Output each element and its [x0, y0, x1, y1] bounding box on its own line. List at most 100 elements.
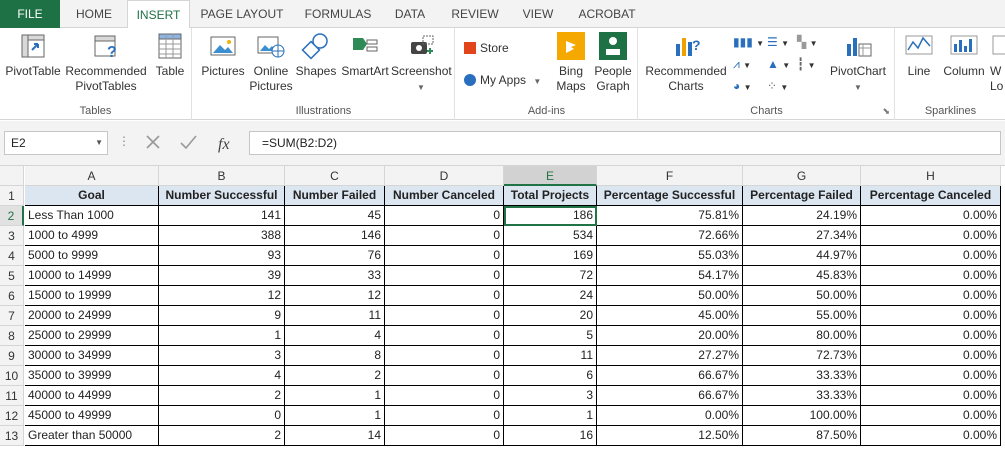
name-box[interactable]: E2 ▼: [4, 131, 108, 155]
cell-a13[interactable]: Greater than 50000: [25, 426, 159, 446]
cell-g11[interactable]: 33.33%: [743, 386, 861, 406]
cell-c4[interactable]: 76: [285, 246, 385, 266]
cell-d13[interactable]: 0: [385, 426, 504, 446]
column-header-a[interactable]: A: [25, 166, 159, 186]
cell-d9[interactable]: 0: [385, 346, 504, 366]
cell-c9[interactable]: 8: [285, 346, 385, 366]
column-header-c[interactable]: C: [285, 166, 385, 186]
cell-g8[interactable]: 80.00%: [743, 326, 861, 346]
formula-input[interactable]: =SUM(B2:D2): [249, 131, 1001, 155]
cell-a8[interactable]: 25000 to 29999: [25, 326, 159, 346]
tab-view[interactable]: VIEW: [514, 0, 562, 28]
cell-f3[interactable]: 72.66%: [597, 226, 743, 246]
my-apps-dropdown-icon[interactable]: ▼: [533, 77, 541, 86]
pivotchart-button[interactable]: PivotChart ▼: [825, 30, 891, 95]
cell-g6[interactable]: 50.00%: [743, 286, 861, 306]
cell-a6[interactable]: 15000 to 19999: [25, 286, 159, 306]
cell-g3[interactable]: 27.34%: [743, 226, 861, 246]
cell-f12[interactable]: 0.00%: [597, 406, 743, 426]
cell-g10[interactable]: 33.33%: [743, 366, 861, 386]
row-header-5[interactable]: 5: [0, 266, 24, 286]
cell-d4[interactable]: 0: [385, 246, 504, 266]
smartart-button[interactable]: SmartArt: [339, 30, 391, 79]
screenshot-dropdown-icon[interactable]: ▼: [417, 83, 425, 92]
header-cell-f[interactable]: Percentage Successful: [597, 186, 743, 206]
cell-c10[interactable]: 2: [285, 366, 385, 386]
sparkline-line-button[interactable]: Line: [900, 30, 938, 79]
cell-d12[interactable]: 0: [385, 406, 504, 426]
column-header-f[interactable]: F: [597, 166, 743, 186]
cell-d3[interactable]: 0: [385, 226, 504, 246]
cell-a9[interactable]: 30000 to 34999: [25, 346, 159, 366]
column-header-h[interactable]: H: [861, 166, 1001, 186]
cell-g5[interactable]: 45.83%: [743, 266, 861, 286]
cell-a4[interactable]: 5000 to 9999: [25, 246, 159, 266]
cell-a5[interactable]: 10000 to 14999: [25, 266, 159, 286]
column-chart-dropdown[interactable]: ▮▮▮ ▼: [733, 34, 764, 52]
cell-e9[interactable]: 11: [504, 346, 597, 366]
cell-e4[interactable]: 169: [504, 246, 597, 266]
cell-g9[interactable]: 72.73%: [743, 346, 861, 366]
cell-e6[interactable]: 24: [504, 286, 597, 306]
hierarchy-chart-dropdown[interactable]: ▚ ▼: [797, 34, 818, 52]
row-header-10[interactable]: 10: [0, 366, 24, 386]
cell-a2[interactable]: Less Than 1000: [25, 206, 159, 226]
cell-c6[interactable]: 12: [285, 286, 385, 306]
cell-b4[interactable]: 93: [159, 246, 285, 266]
cell-h13[interactable]: 0.00%: [861, 426, 1001, 446]
cell-c11[interactable]: 1: [285, 386, 385, 406]
header-cell-a[interactable]: Goal: [25, 186, 159, 206]
cell-f4[interactable]: 55.03%: [597, 246, 743, 266]
cell-e11[interactable]: 3: [504, 386, 597, 406]
tab-file[interactable]: FILE: [0, 0, 60, 28]
cell-b9[interactable]: 3: [159, 346, 285, 366]
cell-d10[interactable]: 0: [385, 366, 504, 386]
column-header-e[interactable]: E: [504, 166, 597, 186]
cell-e5[interactable]: 72: [504, 266, 597, 286]
row-header-2[interactable]: 2: [0, 206, 24, 226]
cell-f2[interactable]: 75.81%: [597, 206, 743, 226]
row-header-11[interactable]: 11: [0, 386, 24, 406]
column-header-b[interactable]: B: [159, 166, 285, 186]
row-header-6[interactable]: 6: [0, 286, 24, 306]
cell-a11[interactable]: 40000 to 44999: [25, 386, 159, 406]
cell-g12[interactable]: 100.00%: [743, 406, 861, 426]
row-header-1[interactable]: 1: [0, 186, 24, 206]
cell-b3[interactable]: 388: [159, 226, 285, 246]
bing-maps-button[interactable]: Bing Maps: [552, 30, 590, 94]
store-button[interactable]: Store: [464, 40, 509, 56]
cell-f10[interactable]: 66.67%: [597, 366, 743, 386]
table-button[interactable]: Table: [152, 30, 188, 79]
recommended-charts-button[interactable]: ? Recommended Charts: [643, 30, 729, 94]
cell-c5[interactable]: 33: [285, 266, 385, 286]
header-cell-b[interactable]: Number Successful: [159, 186, 285, 206]
sparkline-column-button[interactable]: Column: [940, 30, 988, 79]
sparkline-winloss-button[interactable]: W Lo: [990, 30, 1005, 94]
cell-f13[interactable]: 12.50%: [597, 426, 743, 446]
cell-d8[interactable]: 0: [385, 326, 504, 346]
cell-d2[interactable]: 0: [385, 206, 504, 226]
cell-h5[interactable]: 0.00%: [861, 266, 1001, 286]
pie-chart-dropdown[interactable]: ◕ ▼: [733, 78, 752, 96]
cell-h12[interactable]: 0.00%: [861, 406, 1001, 426]
row-header-9[interactable]: 9: [0, 346, 24, 366]
select-all-corner[interactable]: [0, 166, 24, 186]
recommended-pivottables-button[interactable]: ? Recommended PivotTables: [62, 30, 150, 94]
cell-h10[interactable]: 0.00%: [861, 366, 1001, 386]
cell-e12[interactable]: 1: [504, 406, 597, 426]
tab-acrobat[interactable]: ACROBAT: [566, 0, 648, 28]
pivotchart-dropdown-icon[interactable]: ▼: [854, 83, 862, 92]
cell-c13[interactable]: 14: [285, 426, 385, 446]
cell-f9[interactable]: 27.27%: [597, 346, 743, 366]
cell-h6[interactable]: 0.00%: [861, 286, 1001, 306]
tab-review[interactable]: REVIEW: [440, 0, 510, 28]
cell-g13[interactable]: 87.50%: [743, 426, 861, 446]
cell-h9[interactable]: 0.00%: [861, 346, 1001, 366]
cell-c3[interactable]: 146: [285, 226, 385, 246]
formula-bar-grip-icon[interactable]: ⋮: [118, 134, 130, 148]
cell-b10[interactable]: 4: [159, 366, 285, 386]
tab-data[interactable]: DATA: [384, 0, 436, 28]
cell-f7[interactable]: 45.00%: [597, 306, 743, 326]
row-header-12[interactable]: 12: [0, 406, 24, 426]
row-header-3[interactable]: 3: [0, 226, 24, 246]
